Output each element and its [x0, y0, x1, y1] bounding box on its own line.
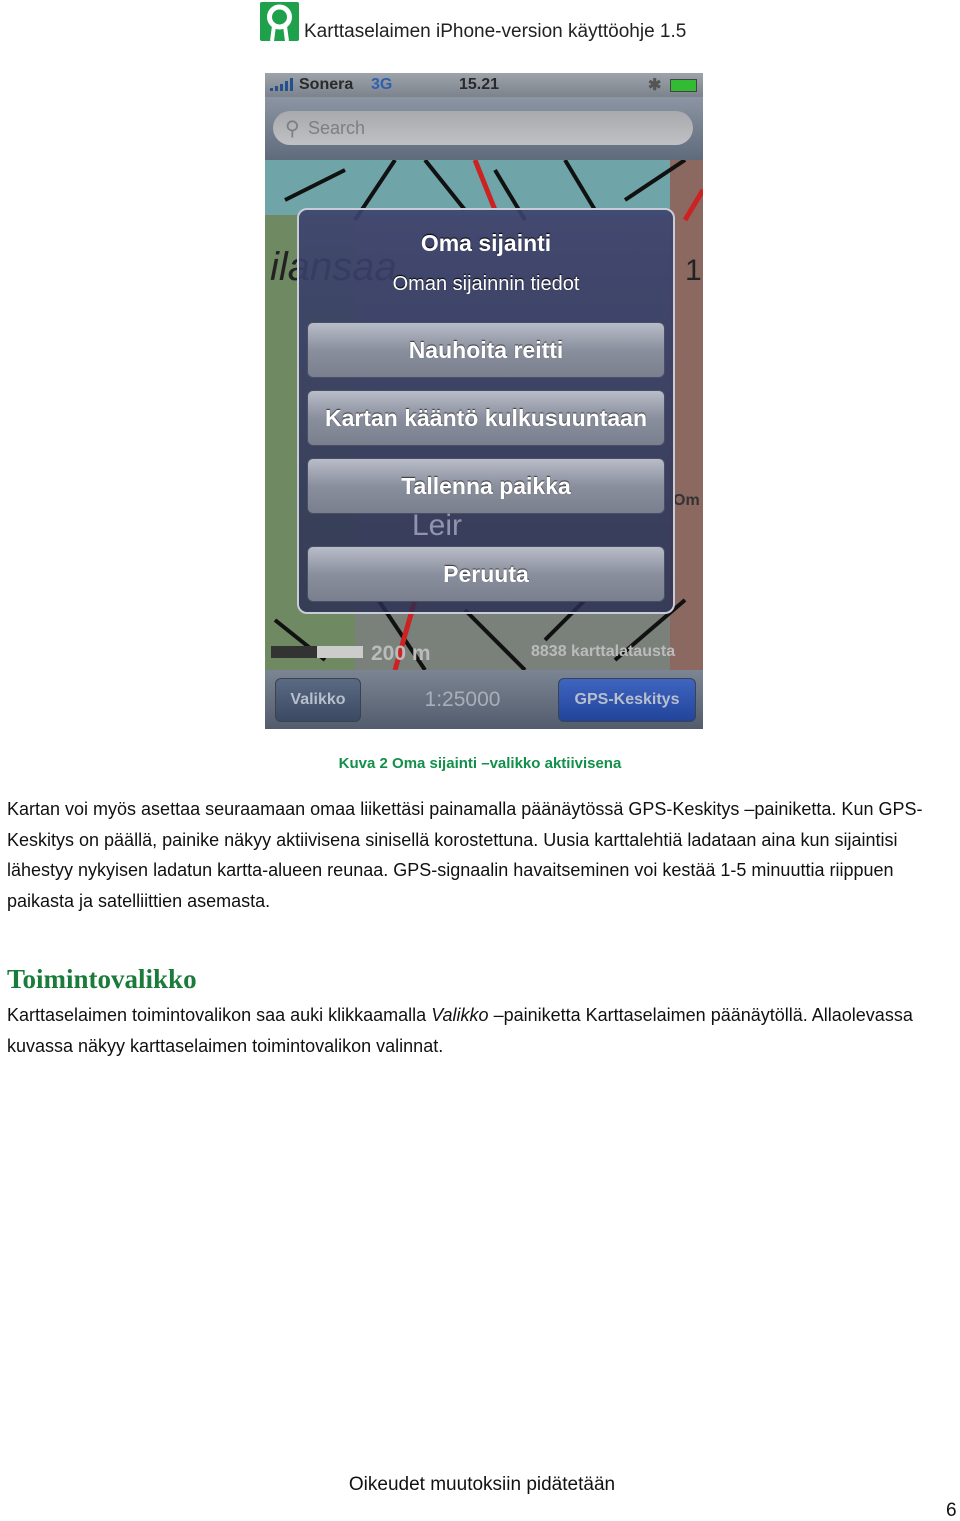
time-label: 15.21 [459, 76, 500, 93]
battery-icon [670, 79, 697, 92]
search-placeholder: Search [308, 118, 366, 138]
page-number: 6 [946, 1500, 957, 1521]
emphasis-text: Valikko [431, 1005, 489, 1025]
search-input[interactable]: ⚲ Search [273, 111, 693, 145]
scale-bar-dark [271, 646, 317, 658]
figure-caption: Kuva 2 Oma sijainti –valikko aktiivisena [338, 755, 622, 772]
tiles-count-label: 8838 karttalatausta [531, 643, 675, 660]
paragraph: Karttaselaimen toimintovalikon saa auki … [7, 1000, 957, 1061]
map-pin-logo-icon [260, 2, 299, 42]
document-page: Karttaselaimen iPhone-version käyttöohje… [0, 0, 960, 1521]
search-icon: ⚲ [285, 118, 300, 140]
search-bar: ⚲ Search [265, 97, 703, 160]
map-label: Om [673, 492, 700, 509]
menu-button[interactable]: Valikko [275, 678, 361, 722]
map-scale-label: 1:25000 [424, 688, 501, 711]
carrier-label: Sonera [299, 76, 354, 93]
map-label: 1 [685, 254, 702, 287]
record-route-button[interactable]: Nauhoita reitti [307, 322, 665, 378]
gps-centering-button[interactable]: GPS-Keskitys [558, 678, 696, 722]
header-title: Karttaselaimen iPhone-version käyttöohje… [304, 21, 687, 42]
save-place-button[interactable]: Tallenna paikka [307, 458, 665, 514]
bottom-toolbar: Valikko 1:25000 GPS-Keskitys [265, 670, 703, 729]
signal-icon [270, 78, 296, 91]
map-label: Leir [412, 509, 463, 542]
dialog-subtitle: Oman sijainnin tiedot [392, 273, 580, 295]
scale-bar-light [317, 646, 363, 658]
bluetooth-icon: ✱ [648, 77, 662, 94]
oma-sijainti-action-sheet: Oma sijainti Oman sijainnin tiedot Nauho… [297, 208, 675, 614]
iphone-screenshot: Sonera 3G 15.21 ✱ ⚲ Search ilansaa Om 1 … [265, 73, 703, 729]
footer: Oikeudet muutoksiin pidätetään [348, 1474, 616, 1495]
status-bar: Sonera 3G 15.21 ✱ [265, 73, 703, 97]
dialog-title: Oma sijainti [420, 230, 552, 256]
rotate-map-button[interactable]: Kartan kääntö kulkusuuntaan [307, 390, 665, 446]
cancel-button[interactable]: Peruuta [307, 546, 665, 602]
text: Karttaselaimen toimintovalikon saa auki … [7, 1005, 432, 1025]
network-label: 3G [371, 76, 393, 93]
paragraph: Kartan voi myös asettaa seuraamaan omaa … [7, 799, 923, 911]
scale-label: 200 m [371, 642, 431, 665]
section-heading: Toimintovalikko [7, 964, 197, 994]
